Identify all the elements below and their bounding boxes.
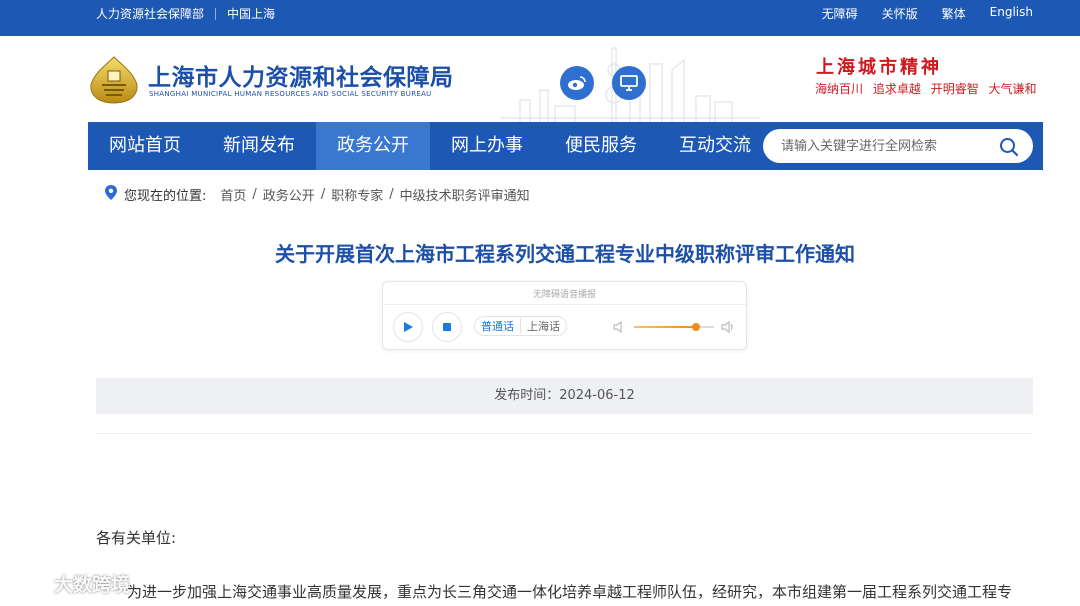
divider xyxy=(383,304,746,305)
weibo-icon[interactable] xyxy=(560,66,594,100)
divider xyxy=(96,433,1033,434)
dialect-switch: 普通话 上海话 xyxy=(474,316,567,336)
top-bar: 人力资源社会保障部 中国上海 无障碍 关怀版 繁体 English xyxy=(0,0,1080,36)
city-spirit-slogans: 海纳百川 追求卓越 开明睿智 大气谦和 xyxy=(815,80,1043,97)
breadcrumb-home[interactable]: 首页 xyxy=(220,185,246,204)
breadcrumb-separator: / xyxy=(252,187,257,202)
search-box xyxy=(763,129,1033,163)
top-bar-left: 人力资源社会保障部 中国上海 xyxy=(96,5,275,22)
top-link-english[interactable]: English xyxy=(990,5,1033,22)
top-link-mohrss[interactable]: 人力资源社会保障部 xyxy=(96,5,204,22)
volume-down-icon[interactable] xyxy=(612,319,626,338)
stop-icon xyxy=(443,323,451,331)
breadcrumb-label: 您现在的位置: xyxy=(124,189,207,204)
top-link-elder-mode[interactable]: 关怀版 xyxy=(882,5,918,22)
top-bar-right: 无障碍 关怀版 繁体 English xyxy=(798,5,1033,22)
breadcrumb: 您现在的位置: 首页 / 政务公开 / 职称专家 / 中级技术职务评审通知 xyxy=(104,184,530,205)
volume-fill xyxy=(634,326,697,328)
dialect-option-shanghainese[interactable]: 上海话 xyxy=(520,318,566,334)
breadcrumb-separator: / xyxy=(389,187,394,202)
breadcrumb-separator: / xyxy=(320,187,326,202)
watermark: 大数跨境 xyxy=(8,570,130,597)
slogan: 海纳百川 xyxy=(815,82,864,96)
site-logo-title[interactable]: 上海市人力资源和社会保障局 xyxy=(148,58,454,92)
site-logo-subtitle: SHANGHAI MUNICIPAL HUMAN RESOURCES AND S… xyxy=(149,90,432,98)
breadcrumb-current[interactable]: 中级技术职务评审通知 xyxy=(400,185,530,204)
article-paragraph: 为进一步加强上海交通事业高质量发展，重点为长三角交通一体化培养卓越工程师队伍，经… xyxy=(127,583,1013,601)
publish-date: 发布时间：2024-06-12 xyxy=(494,388,635,403)
nav-item-news[interactable]: 新闻发布 xyxy=(202,122,316,170)
city-spirit-title: 上海城市精神 xyxy=(816,57,942,78)
watermark-logo-icon xyxy=(8,570,48,597)
search-icon[interactable] xyxy=(999,137,1019,161)
slogan: 大气谦和 xyxy=(988,82,1037,96)
nav-item-interaction[interactable]: 互动交流 xyxy=(658,122,772,170)
top-link-china-shanghai[interactable]: 中国上海 xyxy=(227,5,275,22)
watermark-text: 大数跨境 xyxy=(54,574,131,596)
dialect-option-mandarin[interactable]: 普通话 xyxy=(475,318,520,334)
top-link-traditional[interactable]: 繁体 xyxy=(942,5,966,22)
breadcrumb-gov-affairs[interactable]: 政务公开 xyxy=(263,185,315,204)
play-button[interactable] xyxy=(393,312,423,342)
article-greeting: 各有关单位: xyxy=(96,529,177,547)
article-title: 关于开展首次上海市工程系列交通工程专业中级职称评审工作通知 xyxy=(275,242,855,266)
nav-item-gov-affairs[interactable]: 政务公开 xyxy=(316,122,430,170)
player-title: 无障碍语音播报 xyxy=(532,290,596,300)
publish-info-bar: 发布时间：2024-06-12 xyxy=(96,378,1033,414)
volume-up-icon[interactable] xyxy=(720,319,736,338)
nav-item-online-services[interactable]: 网上办事 xyxy=(430,122,544,170)
slogan: 开明睿智 xyxy=(930,82,979,96)
breadcrumb-titles-experts[interactable]: 职称专家 xyxy=(331,185,383,204)
monitor-icon[interactable] xyxy=(612,66,646,100)
top-link-accessibility[interactable]: 无障碍 xyxy=(822,5,858,22)
divider xyxy=(215,7,217,20)
search-input[interactable] xyxy=(781,138,991,154)
emblem-icon[interactable] xyxy=(88,55,140,105)
nav-item-convenience[interactable]: 便民服务 xyxy=(544,122,658,170)
volume-slider[interactable] xyxy=(634,323,714,331)
stop-button[interactable] xyxy=(432,312,462,342)
play-icon xyxy=(404,322,413,332)
nav-item-home[interactable]: 网站首页 xyxy=(88,122,202,170)
slogan: 追求卓越 xyxy=(872,82,921,96)
location-pin-icon xyxy=(104,184,118,205)
